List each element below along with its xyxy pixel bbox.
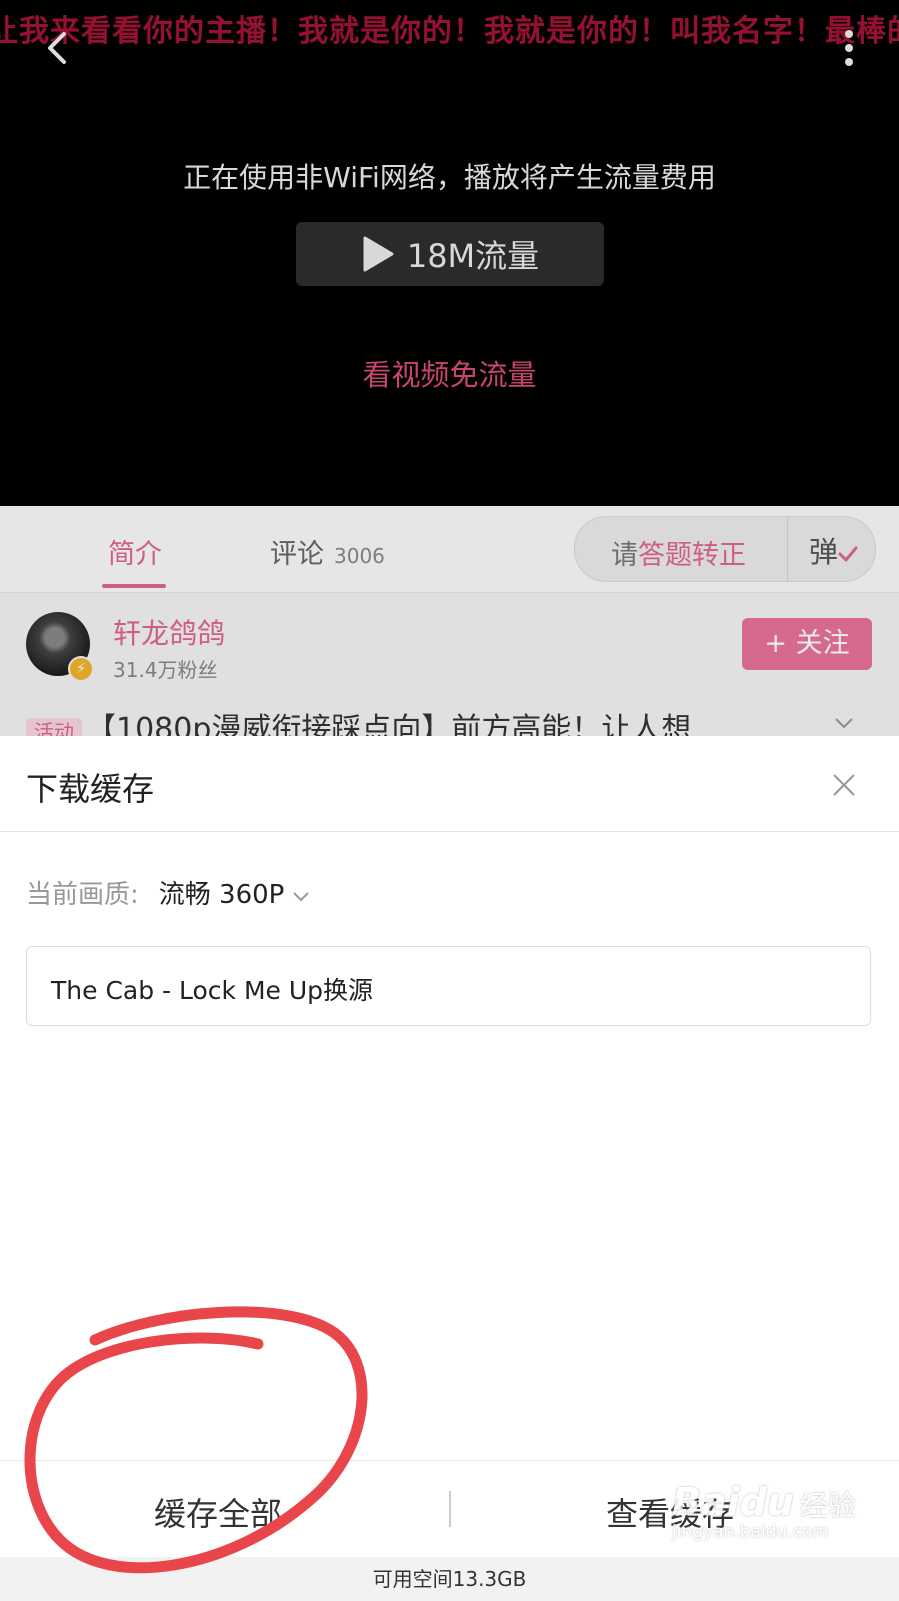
cache-all-button[interactable]: 缓存全部 (154, 1489, 282, 1535)
dim-overlay (0, 506, 899, 736)
episode-label: The Cab - Lock Me Up换源 (51, 976, 374, 1005)
sheet-footer: 缓存全部 查看缓存 可用空间13.3GB (0, 1460, 899, 1601)
more-vertical-icon[interactable] (839, 28, 859, 72)
video-player[interactable]: 让我来看看你的主播！我就是你的！我就是你的！叫我名字！最棒的！最好的！前方高能！… (0, 0, 899, 506)
episode-item[interactable]: The Cab - Lock Me Up换源 (26, 946, 871, 1026)
quality-label: 当前画质: (26, 880, 139, 910)
available-space: 可用空间13.3GB (0, 1557, 899, 1601)
footer-divider (449, 1491, 451, 1527)
network-warning: 正在使用非WiFi网络，播放将产生流量费用 (183, 161, 716, 194)
quality-value[interactable]: 流畅 360P (159, 880, 285, 910)
sheet-title: 下载缓存 (26, 770, 155, 808)
download-sheet: 下载缓存 当前画质: 流畅 360P The Cab - Lock Me Up换源… (0, 736, 899, 1601)
free-data-link[interactable]: 看视频免流量 (0, 352, 899, 394)
play-icon (363, 236, 394, 272)
back-arrow-icon[interactable] (38, 24, 78, 72)
play-with-data-button[interactable]: 18M流量 (296, 222, 604, 286)
close-icon[interactable] (831, 772, 857, 798)
view-cache-button[interactable]: 查看缓存 (606, 1489, 734, 1535)
play-data-label: 18M流量 (406, 237, 540, 275)
quality-selector[interactable]: 当前画质: 流畅 360P (26, 874, 310, 911)
sheet-header: 下载缓存 (0, 736, 899, 832)
chevron-down-icon[interactable] (292, 890, 310, 902)
danmaku-marquee: 让我来看看你的主播！我就是你的！我就是你的！叫我名字！最棒的！最好的！前方高能！… (0, 14, 899, 49)
